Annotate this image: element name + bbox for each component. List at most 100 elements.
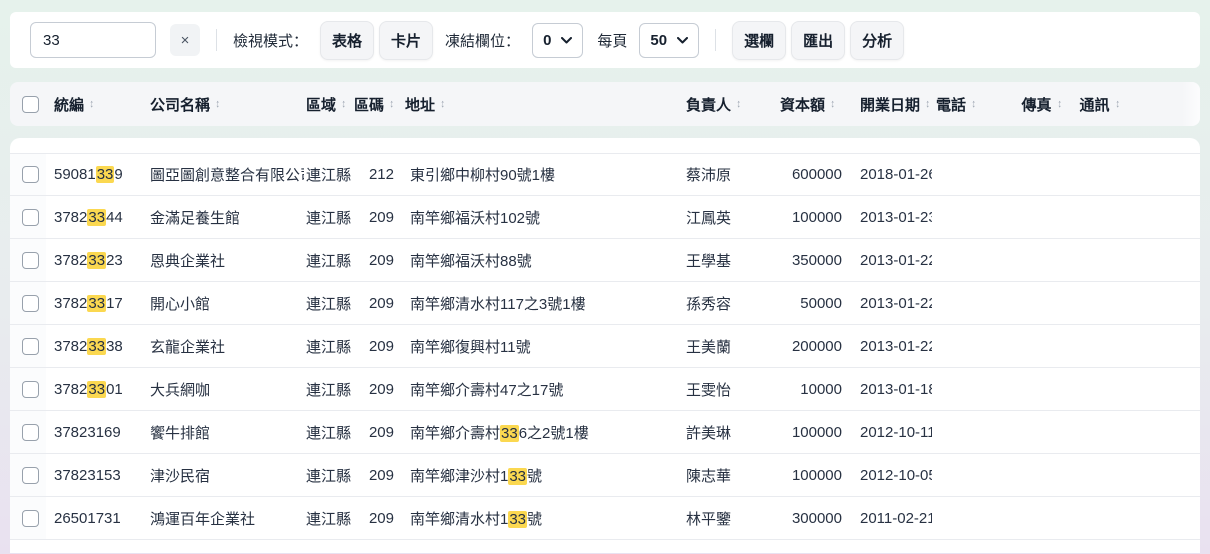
table-row[interactable]: 37823338 玄龍企業社 連江縣 209 南竿鄉復興村11號 王美蘭 200… [10, 325, 1200, 368]
cell-open-date: 2013-01-23 [856, 209, 932, 226]
cell-id: 37823317 [46, 295, 144, 312]
sort-icon[interactable]: ↕ [1057, 98, 1061, 110]
highlight: 33 [87, 295, 106, 312]
column-header-contact[interactable]: 通訊↕ [1066, 94, 1124, 115]
row-checkbox[interactable] [22, 295, 39, 312]
analyze-button[interactable]: 分析 [850, 21, 904, 60]
cell-region: 連江縣 [304, 508, 352, 529]
cell-address: 南竿鄉介壽村47之17號 [400, 379, 676, 400]
sort-icon[interactable]: ↕ [216, 98, 220, 110]
freeze-columns-select[interactable]: 0 [532, 23, 583, 58]
table-row[interactable]: 37823153 津沙民宿 連江縣 209 南竿鄉津沙村133號 陳志華 100… [10, 454, 1200, 497]
column-header-fax[interactable]: 傳真↕ [1008, 94, 1066, 115]
cell-open-date: 2011-02-21 [856, 510, 932, 527]
row-checkbox[interactable] [22, 467, 39, 484]
table-header: 統編↕ 公司名稱↕ 區域↕ 區碼↕ 地址↕ 負責人↕ 資本額↕ 開業日期↕ 電話… [10, 82, 1200, 126]
per-page-value: 50 [650, 32, 667, 49]
row-checkbox[interactable] [22, 510, 39, 527]
cell-company-name: 玄龍企業社 [144, 336, 304, 357]
cell-address: 南竿鄉福沃村102號 [400, 207, 676, 228]
row-checkbox[interactable] [22, 381, 39, 398]
column-header-area-code[interactable]: 區碼↕ [352, 94, 400, 115]
per-page-label: 每頁 [597, 30, 627, 51]
cell-owner: 林平鑒 [676, 508, 776, 529]
clear-search-button[interactable]: × [170, 24, 200, 56]
column-header-capital[interactable]: 資本額↕ [776, 94, 856, 115]
sort-icon[interactable]: ↕ [441, 98, 445, 110]
sort-icon[interactable]: ↕ [926, 98, 930, 110]
cell-area-code: 209 [352, 510, 400, 527]
table-row[interactable]: 37823344 金滿足養生館 連江縣 209 南竿鄉福沃村102號 江鳳英 1… [10, 196, 1200, 239]
select-all-checkbox[interactable] [22, 96, 39, 113]
divider [216, 29, 217, 51]
sort-icon[interactable]: ↕ [737, 98, 741, 110]
cell-area-code: 209 [352, 295, 400, 312]
row-checkbox-cell [10, 196, 46, 238]
cell-company-name: 圖亞圖創意整合有限公司 [144, 164, 304, 185]
table-row[interactable]: 59081339 圖亞圖創意整合有限公司 連江縣 212 東引鄉中柳村90號1樓… [10, 153, 1200, 196]
row-checkbox[interactable] [22, 166, 39, 183]
cell-open-date: 2013-01-22 [856, 252, 932, 269]
cell-area-code: 212 [352, 166, 400, 183]
sort-icon[interactable]: ↕ [390, 98, 394, 110]
cell-capital: 100000 [776, 209, 856, 226]
cell-id: 37823169 [46, 424, 144, 441]
column-header-address[interactable]: 地址↕ [400, 94, 676, 115]
column-header-region[interactable]: 區域↕ [304, 94, 352, 115]
column-header-id[interactable]: 統編↕ [46, 94, 144, 115]
table-row[interactable]: 37823301 大兵網咖 連江縣 209 南竿鄉介壽村47之17號 王雯怡 1… [10, 368, 1200, 411]
view-card-button[interactable]: 卡片 [379, 21, 433, 60]
view-table-button[interactable]: 表格 [320, 21, 374, 60]
per-page-select[interactable]: 50 [639, 23, 699, 58]
cell-owner: 王學基 [676, 250, 776, 271]
cell-area-code: 209 [352, 467, 400, 484]
highlight: 33 [87, 252, 106, 269]
cell-open-date: 2012-10-11 [856, 424, 932, 441]
cell-area-code: 209 [352, 252, 400, 269]
row-checkbox-cell [10, 239, 46, 281]
row-checkbox[interactable] [22, 424, 39, 441]
cell-region: 連江縣 [304, 293, 352, 314]
cell-address: 南竿鄉清水村133號 [400, 508, 676, 529]
cell-owner: 陳志華 [676, 465, 776, 486]
highlight: 33 [508, 511, 527, 528]
column-header-company-name[interactable]: 公司名稱↕ [144, 94, 304, 115]
sort-icon[interactable]: ↕ [831, 98, 835, 110]
table-row[interactable]: 37823323 恩典企業社 連江縣 209 南竿鄉福沃村88號 王學基 350… [10, 239, 1200, 282]
cell-company-name: 饗牛排館 [144, 422, 304, 443]
cell-id: 37823344 [46, 209, 144, 226]
row-checkbox[interactable] [22, 338, 39, 355]
cell-capital: 350000 [776, 252, 856, 269]
highlight: 33 [87, 381, 106, 398]
cell-id: 37823153 [46, 467, 144, 484]
column-header-owner[interactable]: 負責人↕ [676, 94, 776, 115]
sort-icon[interactable]: ↕ [342, 98, 346, 110]
cell-open-date: 2013-01-18 [856, 381, 932, 398]
sort-icon[interactable]: ↕ [90, 98, 94, 110]
table-row[interactable]: 37823169 饗牛排館 連江縣 209 南竿鄉介壽村336之2號1樓 許美琳… [10, 411, 1200, 454]
column-header-phone[interactable]: 電話↕ [932, 94, 1008, 115]
cell-owner: 王美蘭 [676, 336, 776, 357]
search-input[interactable] [30, 22, 156, 58]
sort-icon[interactable]: ↕ [972, 98, 976, 110]
select-columns-button[interactable]: 選欄 [732, 21, 786, 60]
row-checkbox-cell [10, 497, 46, 539]
table-row[interactable]: 26501731 鴻運百年企業社 連江縣 209 南竿鄉清水村133號 林平鑒 … [10, 497, 1200, 540]
cell-id: 37823338 [46, 338, 144, 355]
cell-region: 連江縣 [304, 379, 352, 400]
highlight: 33 [508, 468, 527, 485]
cell-owner: 孫秀容 [676, 293, 776, 314]
cell-area-code: 209 [352, 381, 400, 398]
cell-company-name: 津沙民宿 [144, 465, 304, 486]
sort-icon[interactable]: ↕ [1115, 98, 1119, 110]
row-checkbox[interactable] [22, 209, 39, 226]
column-header-open-date[interactable]: 開業日期↕ [856, 94, 932, 115]
table-row[interactable]: 37823317 開心小館 連江縣 209 南竿鄉清水村117之3號1樓 孫秀容… [10, 282, 1200, 325]
cell-capital: 50000 [776, 295, 856, 312]
row-checkbox[interactable] [22, 252, 39, 269]
freeze-columns-value: 0 [543, 32, 551, 49]
cell-region: 連江縣 [304, 465, 352, 486]
cell-owner: 蔡沛原 [676, 164, 776, 185]
export-button[interactable]: 匯出 [791, 21, 845, 60]
cell-owner: 王雯怡 [676, 379, 776, 400]
